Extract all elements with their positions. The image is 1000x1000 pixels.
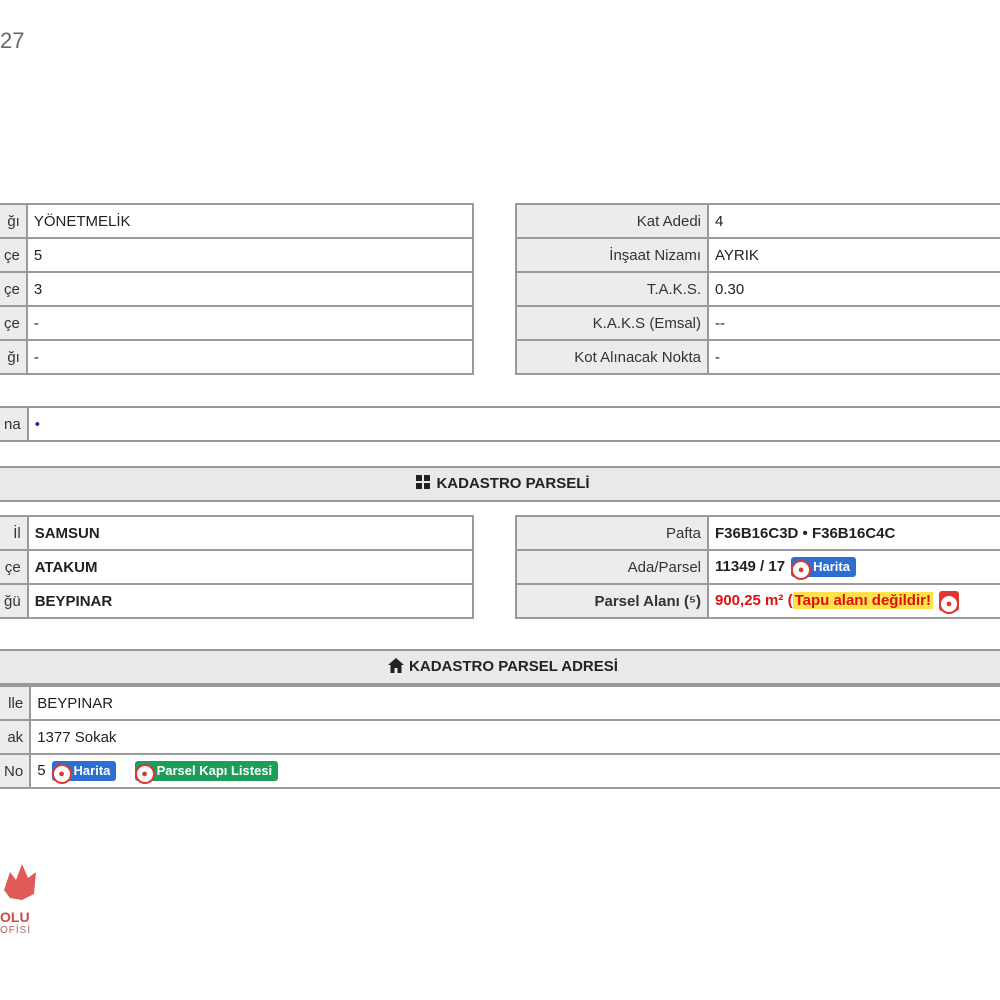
row-value: 0.30 (707, 271, 1000, 307)
logo-mark-icon (4, 864, 36, 900)
grid-icon (416, 475, 431, 489)
kadastro-right-table: Pafta F36B16C3D • F36B16C4C Ada/Parsel 1… (515, 515, 1000, 619)
mahalle-value: BEYPINAR (29, 685, 1000, 721)
row-value: SAMSUN (26, 515, 475, 551)
row-label: çe (0, 305, 28, 341)
table-row: çe 3 (0, 271, 475, 307)
aciklama-table: na • (0, 406, 1000, 442)
list-icon: ● (136, 766, 153, 782)
map-marker-icon: ● (53, 766, 70, 782)
harita-label: Harita (813, 559, 850, 574)
harita-label: Harita (73, 763, 111, 778)
info-icon: ● (940, 596, 957, 612)
kapi-label: Parsel Kapı Listesi (156, 763, 273, 778)
row-value: YÖNETMELİK (25, 203, 475, 239)
table-row: Kat Adedi 4 (515, 203, 1000, 239)
harita-button[interactable]: ● Harita (791, 557, 856, 578)
row-value: ATAKUM (26, 549, 475, 585)
row-label: çe (0, 271, 28, 307)
table-row: na • (0, 406, 1000, 442)
row-label: Kot Alınacak Nokta (515, 339, 709, 375)
table-row: İl SAMSUN (0, 515, 475, 551)
kadastro-parsel-adresi-header: KADASTRO PARSEL ADRESİ (0, 649, 1000, 685)
row-value: 3 (25, 271, 475, 307)
row-label: çe (0, 237, 28, 273)
table-row: No 5 ● Harita ● Parsel Kapı Listesi (0, 753, 1000, 789)
pafta-value: F36B16C3D • F36B16C4C (707, 515, 1000, 551)
imar-right-table: Kat Adedi 4 İnşaat Nizamı AYRIK T.A.K.S. 0.… (515, 203, 1000, 375)
section-title: KADASTRO PARSELİ (436, 475, 590, 492)
no-label: No (0, 753, 32, 789)
table-row: Kot Alınacak Nokta - (515, 339, 1000, 375)
logo-text-2: OFİSİ (0, 925, 32, 936)
row-label: İnşaat Nizamı (515, 237, 709, 273)
row-label: T.A.K.S. (515, 271, 709, 307)
company-logo: OLU OFİSİ (0, 860, 40, 970)
row-value: - (707, 339, 1000, 375)
section-title: KADASTRO PARSEL ADRESİ (409, 658, 618, 675)
table-row: çe - (0, 305, 475, 341)
parsel-alani-cell: 900,25 m² (Tapu alanı değildir! ● (707, 583, 1000, 619)
table-row: Parsel Alanı (⁵) 900,25 m² (Tapu alanı d… (515, 583, 1000, 619)
no-value: 5 (37, 761, 46, 779)
harita-button[interactable]: ● Harita (51, 761, 117, 782)
row-label: İl (0, 515, 29, 551)
row-label: ğı (0, 339, 28, 375)
table-row: K.A.K.S (Emsal) -- (515, 305, 1000, 341)
row-label: K.A.K.S (Emsal) (515, 305, 709, 341)
row-value: BEYPINAR (26, 583, 475, 619)
table-row: İnşaat Nizamı AYRIK (515, 237, 1000, 273)
parsel-kapi-listesi-button[interactable]: ● Parsel Kapı Listesi (134, 761, 279, 782)
table-row: ğı YÖNETMELİK (0, 203, 475, 239)
ada-parsel-value: 11349 / 17 (715, 557, 786, 575)
row-value: 4 (707, 203, 1000, 239)
pafta-label: Pafta (515, 515, 709, 551)
map-marker-icon: ● (793, 562, 810, 578)
row-label: na (0, 406, 29, 442)
parsel-alani-value: 900,25 m² (715, 591, 784, 609)
row-label: çe (0, 549, 29, 585)
table-row: Pafta F36B16C3D • F36B16C4C (515, 515, 1000, 551)
logo-text-1: OLU (0, 909, 30, 925)
row-value: AYRIK (707, 237, 1000, 273)
sokak-value: 1377 Sokak (29, 719, 1000, 755)
row-value: -- (707, 305, 1000, 341)
row-value: • (26, 406, 1000, 442)
row-value: - (25, 339, 475, 375)
mahalle-label: lle (0, 685, 32, 721)
row-value: 5 (25, 237, 475, 273)
row-label: Kat Adedi (515, 203, 709, 239)
parsel-alani-label: Parsel Alanı (⁵) (515, 583, 709, 619)
row-label: ğü (0, 583, 29, 619)
info-icon-button[interactable]: ● (938, 591, 959, 612)
ada-parsel-label: Ada/Parsel (515, 549, 709, 585)
table-row: çe 5 (0, 237, 475, 273)
ada-parsel-cell: 11349 / 17 ● Harita (707, 549, 1000, 585)
row-label: ğı (0, 203, 28, 239)
tapu-warning: Tapu alanı değildir! (792, 591, 933, 609)
table-row: lle BEYPINAR (0, 685, 1000, 721)
home-icon (388, 658, 405, 673)
table-row: T.A.K.S. 0.30 (515, 271, 1000, 307)
imar-left-table: ğı YÖNETMELİK çe 5 çe 3 çe - ğı - (0, 203, 475, 375)
paren-open: ( (787, 591, 793, 609)
no-cell: 5 ● Harita ● Parsel Kapı Listesi (29, 753, 1000, 789)
page-number: 27 (0, 28, 25, 53)
table-row: ğı - (0, 339, 475, 375)
sokak-label: ak (0, 719, 32, 755)
table-row: ak 1377 Sokak (0, 719, 1000, 755)
kadastro-parseli-header: KADASTRO PARSELİ (0, 466, 1000, 502)
table-row: Ada/Parsel 11349 / 17 ● Harita (515, 549, 1000, 585)
row-value: - (25, 305, 475, 341)
adres-table: lle BEYPINAR ak 1377 Sokak No 5 ● Harita ●… (0, 685, 1000, 789)
table-row: çe ATAKUM (0, 549, 475, 585)
kadastro-left-table: İl SAMSUN çe ATAKUM ğü BEYPINAR (0, 515, 475, 619)
table-row: ğü BEYPINAR (0, 583, 475, 619)
